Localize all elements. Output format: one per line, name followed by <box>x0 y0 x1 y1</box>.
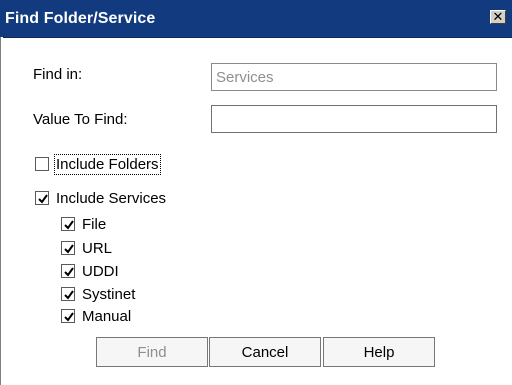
service-type-option[interactable]: URL <box>61 238 112 258</box>
checkmark-icon <box>64 312 74 322</box>
value-to-find-input[interactable] <box>211 105 497 133</box>
service-type-option[interactable]: Systinet <box>61 284 135 304</box>
checkmark-icon <box>64 267 74 277</box>
help-button[interactable]: Help <box>323 337 435 367</box>
file-checkbox[interactable] <box>61 217 75 231</box>
checkmark-icon <box>38 194 48 204</box>
close-icon: ✕ <box>492 9 504 24</box>
checkmark-icon <box>64 244 74 254</box>
title-bar[interactable]: Find Folder/Service ✕ <box>0 0 512 38</box>
find-in-label: Find in: <box>33 66 83 83</box>
systinet-checkbox[interactable] <box>61 287 75 301</box>
file-label[interactable]: File <box>82 216 106 233</box>
find-folder-service-dialog: Find Folder/Service ✕ Find in: Value To … <box>0 0 512 385</box>
include-services-option[interactable]: Include Services <box>35 188 166 208</box>
url-checkbox[interactable] <box>61 241 75 255</box>
find-button[interactable]: Find <box>96 337 208 367</box>
systinet-label[interactable]: Systinet <box>82 286 135 303</box>
uddi-checkbox[interactable] <box>61 264 75 278</box>
service-type-option[interactable]: UDDI <box>61 261 119 281</box>
close-button[interactable]: ✕ <box>490 10 506 24</box>
window-frame <box>0 37 3 385</box>
service-type-option[interactable]: File <box>61 214 106 234</box>
include-services-label[interactable]: Include Services <box>56 190 166 207</box>
checkmark-icon <box>64 290 74 300</box>
checkmark-icon <box>64 220 74 230</box>
cancel-button[interactable]: Cancel <box>209 337 321 367</box>
include-services-checkbox[interactable] <box>35 191 49 205</box>
manual-checkbox[interactable] <box>61 309 75 323</box>
find-in-field <box>211 63 497 91</box>
uddi-label[interactable]: UDDI <box>82 263 119 280</box>
include-folders-label[interactable]: Include Folders <box>54 153 161 175</box>
url-label[interactable]: URL <box>82 240 112 257</box>
dialog-title: Find Folder/Service <box>5 10 156 27</box>
include-folders-option[interactable]: Include Folders <box>35 153 161 175</box>
include-folders-checkbox[interactable] <box>35 157 49 171</box>
service-type-option[interactable]: Manual <box>61 306 131 326</box>
manual-label[interactable]: Manual <box>82 308 131 325</box>
value-to-find-label: Value To Find: <box>33 111 128 128</box>
